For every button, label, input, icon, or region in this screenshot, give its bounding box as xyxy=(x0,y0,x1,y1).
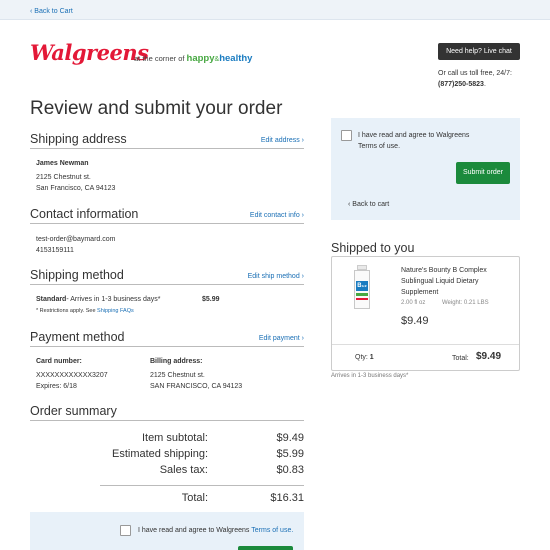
order-summary-heading: Order summary xyxy=(30,404,117,418)
logo-wordmark: Walgreens xyxy=(30,40,149,65)
item-card-divider xyxy=(332,344,519,345)
summary-total-value: $16.31 xyxy=(270,492,304,504)
live-chat-button[interactable]: Need help? Live chat xyxy=(438,43,520,60)
shipping-line2: San Francisco, CA 94123 xyxy=(36,185,116,192)
shipping-line1: 2125 Chestnut st. xyxy=(36,174,91,181)
right-agree-box: I have read and agree to Walgreens Terms… xyxy=(331,118,520,220)
agree-text-bottom: I have read and agree to Walgreens Terms… xyxy=(138,527,294,534)
shipping-method-header: Shipping method Edit ship method › xyxy=(30,265,304,285)
bottom-agree-box: I have read and agree to Walgreens Terms… xyxy=(30,512,304,550)
shipping-method-row: Standard- Arrives in 1-3 business days* xyxy=(36,296,161,303)
back-to-cart-link[interactable]: ‹ Back to Cart xyxy=(30,8,73,15)
order-summary-header: Order summary xyxy=(30,401,304,421)
product-weight: Weight: 0.21 LBS xyxy=(442,300,489,306)
top-bar: ‹ Back to Cart xyxy=(0,0,550,20)
shipping-method-heading: Shipping method xyxy=(30,268,124,282)
shipping-name: James Newman xyxy=(36,160,89,167)
contact-phone: 4153159111 xyxy=(36,247,74,254)
billing-label: Billing address: xyxy=(150,358,203,365)
summary-row: Estimated shipping: $5.99 xyxy=(30,448,304,462)
product-name-line[interactable]: Sublingual Liquid Dietary xyxy=(401,276,478,287)
submit-order-button[interactable]: Submit order xyxy=(456,162,510,184)
logo-tagline: at the corner of happy&healthy xyxy=(134,53,253,64)
terms-link-bottom[interactable]: Terms of use. xyxy=(251,527,293,534)
contact-heading: Contact information xyxy=(30,207,139,221)
shipping-restrictions-note: * Restrictions apply. See Shipping FAQs xyxy=(36,308,134,314)
product-price: $9.49 xyxy=(401,315,429,327)
help-call-text: Or call us toll free, 24/7: (877)250-582… xyxy=(438,70,512,88)
summary-row: Item subtotal: $9.49 xyxy=(30,432,304,446)
summary-total-label: Total: xyxy=(181,492,208,504)
card-expires: Expires: 6/18 xyxy=(36,383,77,390)
card-number: XXXXXXXXXXXX3207 xyxy=(36,372,108,379)
summary-total-row: Total: $16.31 xyxy=(30,492,304,506)
billing-line1: 2125 Chestnut st. xyxy=(150,372,205,379)
summary-value: $9.49 xyxy=(276,432,304,444)
product-image-label: B₁₂ xyxy=(356,281,368,291)
summary-value: $0.83 xyxy=(276,464,304,476)
help-phone[interactable]: (877)250-5823 xyxy=(438,81,484,88)
walgreens-logo[interactable]: Walgreens at the corner of happy&healthy xyxy=(30,40,252,65)
cart-item-card: B₁₂ Nature's Bounty B Complex Sublingual… xyxy=(331,256,520,371)
edit-contact-link[interactable]: Edit contact info › xyxy=(250,212,304,219)
summary-row: Sales tax: $0.83 xyxy=(30,464,304,478)
summary-value: $5.99 xyxy=(276,448,304,460)
arrives-note: Arrives in 1-3 business days* xyxy=(331,373,409,379)
summary-divider xyxy=(100,485,304,486)
agree-checkbox-right[interactable] xyxy=(341,130,352,141)
edit-address-link[interactable]: Edit address › xyxy=(261,137,304,144)
agree-checkbox-bottom[interactable] xyxy=(120,525,131,536)
shipping-faqs-link[interactable]: Shipping FAQs xyxy=(97,308,134,314)
edit-payment-link[interactable]: Edit payment › xyxy=(259,335,304,342)
back-to-cart-link-right[interactable]: ‹ Back to cart xyxy=(348,199,389,210)
product-size: 2.00 fl oz xyxy=(401,300,426,306)
product-image[interactable]: B₁₂ xyxy=(354,265,370,309)
shipped-heading: Shipped to you xyxy=(331,241,415,255)
contact-email: test-order@baymard.com xyxy=(36,236,116,243)
item-qty: Qty: 1 xyxy=(355,354,374,361)
summary-label: Item subtotal: xyxy=(141,432,208,444)
summary-label: Sales tax: xyxy=(159,464,208,476)
payment-heading: Payment method xyxy=(30,330,125,344)
item-total-label: Total: xyxy=(452,355,469,362)
contact-header: Contact information Edit contact info › xyxy=(30,204,304,224)
product-name-line[interactable]: Supplement xyxy=(401,287,438,298)
edit-ship-method-link[interactable]: Edit ship method › xyxy=(248,273,304,280)
submit-order-button-bottom[interactable] xyxy=(238,546,293,550)
item-total-value: $9.49 xyxy=(476,351,502,362)
agree-text-right: I have read and agree to Walgreens xyxy=(358,132,470,139)
product-name-line[interactable]: Nature's Bounty B Complex xyxy=(401,265,487,276)
shipping-address-heading: Shipping address xyxy=(30,132,127,146)
summary-label: Estimated shipping: xyxy=(112,448,208,460)
shipping-address-header: Shipping address Edit address › xyxy=(30,129,304,149)
card-label: Card number: xyxy=(36,358,82,365)
page-title: Review and submit your order xyxy=(30,98,283,119)
shipping-method-price: $5.99 xyxy=(202,296,220,303)
payment-header: Payment method Edit payment › xyxy=(30,327,304,347)
billing-line2: SAN FRANCISCO, CA 94123 xyxy=(150,383,243,390)
terms-link-right[interactable]: Terms of use. xyxy=(358,141,400,152)
call-text: Or call us toll free, 24/7: xyxy=(438,70,512,77)
